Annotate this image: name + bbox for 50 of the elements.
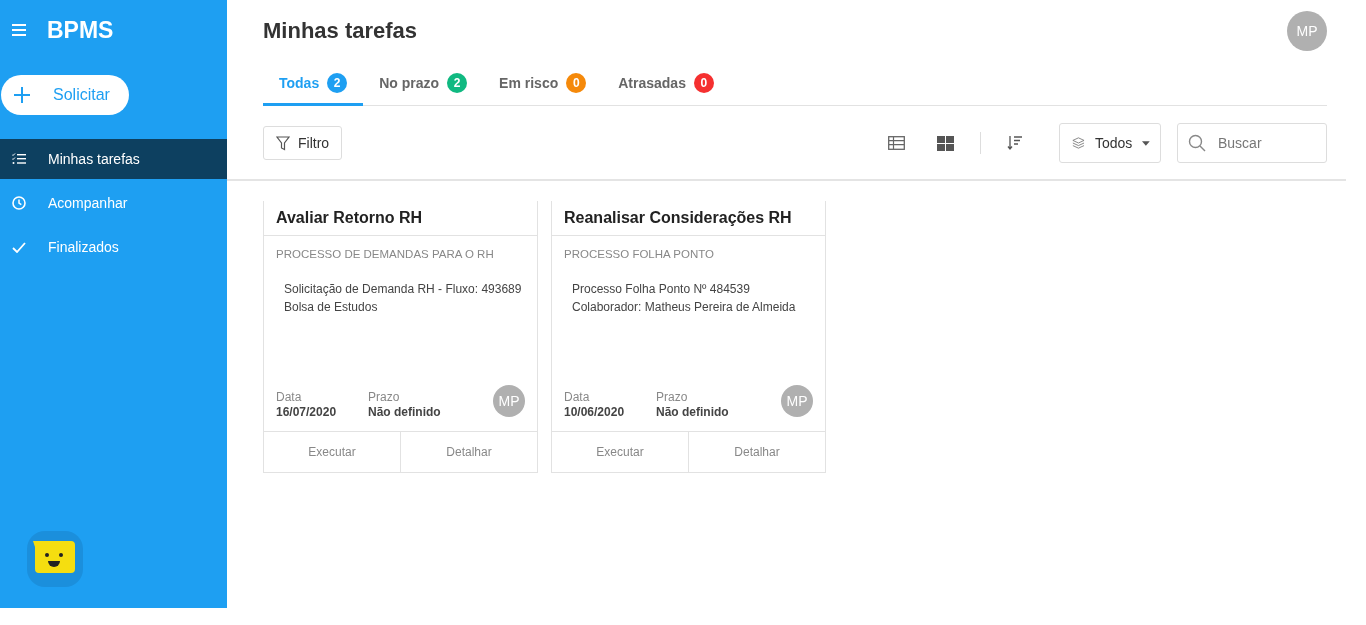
- description-line: Processo Folha Ponto Nº 484539: [572, 281, 751, 298]
- deadline-label: Prazo: [368, 390, 401, 404]
- date-value: 10/06/2020: [564, 405, 626, 419]
- task-card[interactable]: Reanalisar Considerações RH PROCESSO FOLHA PONTO Processo Folha Ponto Nº 484539 Colaborador: Matheus Pereira de Almeida Data 10/06/2020 Prazo Não definido MP Executar Detalhar: [551, 201, 826, 473]
- menu-icon[interactable]: [12, 24, 26, 36]
- process-name: PROCESSO FOLHA PONTO: [564, 248, 715, 260]
- scope-dropdown[interactable]: Todos: [1059, 123, 1161, 163]
- description-line: Colaborador: Matheus Pereira de Almeida: [572, 299, 797, 316]
- count-badge: 0: [693, 72, 714, 93]
- checklist-icon: [12, 153, 26, 165]
- tab[interactable]: Atrasadas 0: [602, 62, 730, 106]
- date-label: Data: [564, 390, 591, 404]
- page-title: Minhas tarefas: [263, 18, 418, 44]
- card-title: Avaliar Retorno RH: [264, 201, 537, 236]
- assignee-avatar: MP: [781, 385, 813, 417]
- assignee-avatar: MP: [493, 385, 525, 417]
- user-avatar[interactable]: MP: [1287, 11, 1327, 51]
- card-title: Reanalisar Considerações RH: [552, 201, 825, 236]
- deadline-label: Prazo: [656, 390, 689, 404]
- caret-icon: [1142, 140, 1150, 146]
- grid-view-icon[interactable]: [937, 135, 954, 151]
- tab[interactable]: Em risco 0: [483, 62, 603, 106]
- date-value: 16/07/2020: [276, 405, 338, 419]
- filter-icon: [276, 135, 290, 151]
- sort-icon[interactable]: [1007, 135, 1023, 151]
- deadline-value: Não definido: [656, 405, 730, 419]
- filter-button[interactable]: Filtro: [263, 126, 343, 160]
- search-field[interactable]: Buscar: [1177, 123, 1327, 163]
- table-view-icon[interactable]: [888, 136, 905, 150]
- count-badge: 0: [566, 72, 587, 93]
- count-badge: 2: [327, 72, 348, 93]
- app-title: BPMS: [47, 16, 114, 44]
- layers-icon: [1072, 136, 1085, 150]
- date-label: Data: [276, 390, 303, 404]
- task-card[interactable]: Avaliar Retorno RH PROCESSO DE DEMANDAS PARA O RH Solicitação de Demanda RH - Fluxo: 493689 Bolsa de Estudos Data 16/07/2020 Prazo Não definido MP Executar Detalhar: [263, 201, 538, 473]
- plus-icon: [13, 86, 31, 104]
- chatbot-icon[interactable]: [27, 531, 83, 587]
- count-badge: 2: [447, 72, 468, 93]
- tab[interactable]: No prazo 2: [363, 62, 484, 106]
- tab[interactable]: Todas 2: [263, 62, 364, 106]
- process-name: PROCESSO DE DEMANDAS PARA O RH: [276, 248, 495, 260]
- nav-item[interactable]: Finalizados: [0, 227, 227, 267]
- request-button[interactable]: Solicitar: [1, 75, 129, 115]
- description-line: Solicitação de Demanda RH - Fluxo: 493689: [284, 281, 523, 298]
- deadline-value: Não definido: [368, 405, 442, 419]
- clock-icon: [12, 196, 26, 210]
- check-icon: [12, 241, 26, 253]
- nav-item[interactable]: Acompanhar: [0, 183, 227, 223]
- nav-item[interactable]: Minhas tarefas: [0, 139, 227, 179]
- description-line: Bolsa de Estudos: [284, 299, 379, 316]
